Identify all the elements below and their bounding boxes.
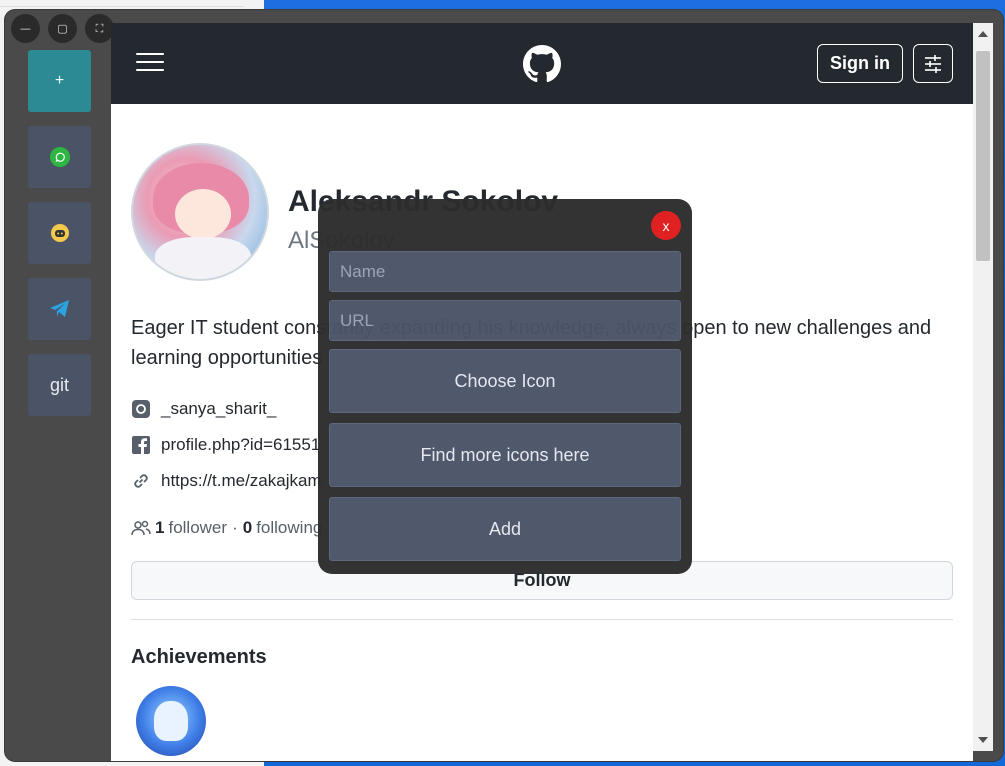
- close-button[interactable]: x: [651, 211, 681, 240]
- telegram-link-text: https://t.me/zakajkam...: [161, 471, 336, 490]
- facebook-link[interactable]: profile.php?id=61551: [131, 435, 320, 455]
- sliders-icon[interactable]: [913, 44, 953, 83]
- link-icon: [131, 471, 151, 491]
- name-input[interactable]: [329, 251, 681, 292]
- divider: [131, 619, 953, 620]
- sidebar-item-discord[interactable]: [28, 202, 91, 264]
- scrollbar[interactable]: [973, 23, 993, 751]
- facebook-text: profile.php?id=61551: [161, 435, 321, 454]
- scrollbar-thumb[interactable]: [976, 51, 990, 261]
- sign-in-button[interactable]: Sign in: [817, 44, 903, 83]
- github-header: Sign in: [111, 23, 973, 104]
- instagram-text: _sanya_sharit_: [161, 399, 277, 418]
- fullscreen-button[interactable]: ⛶: [85, 14, 114, 43]
- followers-label[interactable]: follower: [168, 518, 227, 538]
- people-icon: [131, 520, 151, 536]
- whatsapp-icon: [49, 147, 70, 167]
- following-count: 0: [242, 518, 253, 537]
- separator: ·: [232, 518, 238, 537]
- git-label: git: [49, 374, 69, 395]
- telegram-icon: [49, 300, 69, 317]
- scroll-down-icon[interactable]: [978, 737, 988, 743]
- discord-icon: [50, 224, 69, 242]
- following-label[interactable]: following: [256, 518, 322, 538]
- plus-icon: +: [54, 72, 65, 89]
- sidebar-item-whatsapp[interactable]: [28, 126, 91, 188]
- add-button[interactable]: Add: [329, 497, 681, 561]
- minimize-button[interactable]: —: [11, 14, 40, 43]
- maximize-button[interactable]: ▢: [48, 14, 77, 43]
- menu-icon[interactable]: [136, 53, 164, 77]
- github-logo-icon[interactable]: [523, 45, 561, 83]
- instagram-link[interactable]: _sanya_sharit_: [131, 399, 276, 419]
- add-app-button[interactable]: +: [28, 50, 91, 112]
- achievement-badge[interactable]: [136, 686, 206, 756]
- telegram-link[interactable]: https://t.me/zakajkam...: [131, 471, 336, 491]
- facebook-icon: [131, 435, 151, 455]
- instagram-icon: [131, 399, 151, 419]
- sidebar-item-git[interactable]: git: [28, 354, 91, 416]
- choose-icon-button[interactable]: Choose Icon: [329, 349, 681, 413]
- url-input[interactable]: [329, 300, 681, 341]
- avatar: [131, 143, 269, 281]
- achievements-heading: Achievements: [131, 646, 267, 668]
- followers-row: 1 follower · 0 following: [131, 518, 322, 538]
- scroll-up-icon[interactable]: [978, 31, 988, 37]
- sidebar: + git: [28, 50, 92, 430]
- add-link-dialog: x Choose Icon Find more icons here Add: [318, 199, 692, 574]
- followers-count: 1: [155, 518, 165, 537]
- find-more-icons-button[interactable]: Find more icons here: [329, 423, 681, 487]
- sidebar-item-telegram[interactable]: [28, 278, 91, 340]
- divider: [0, 6, 244, 7]
- window-controls: — ▢ ⛶: [11, 14, 114, 43]
